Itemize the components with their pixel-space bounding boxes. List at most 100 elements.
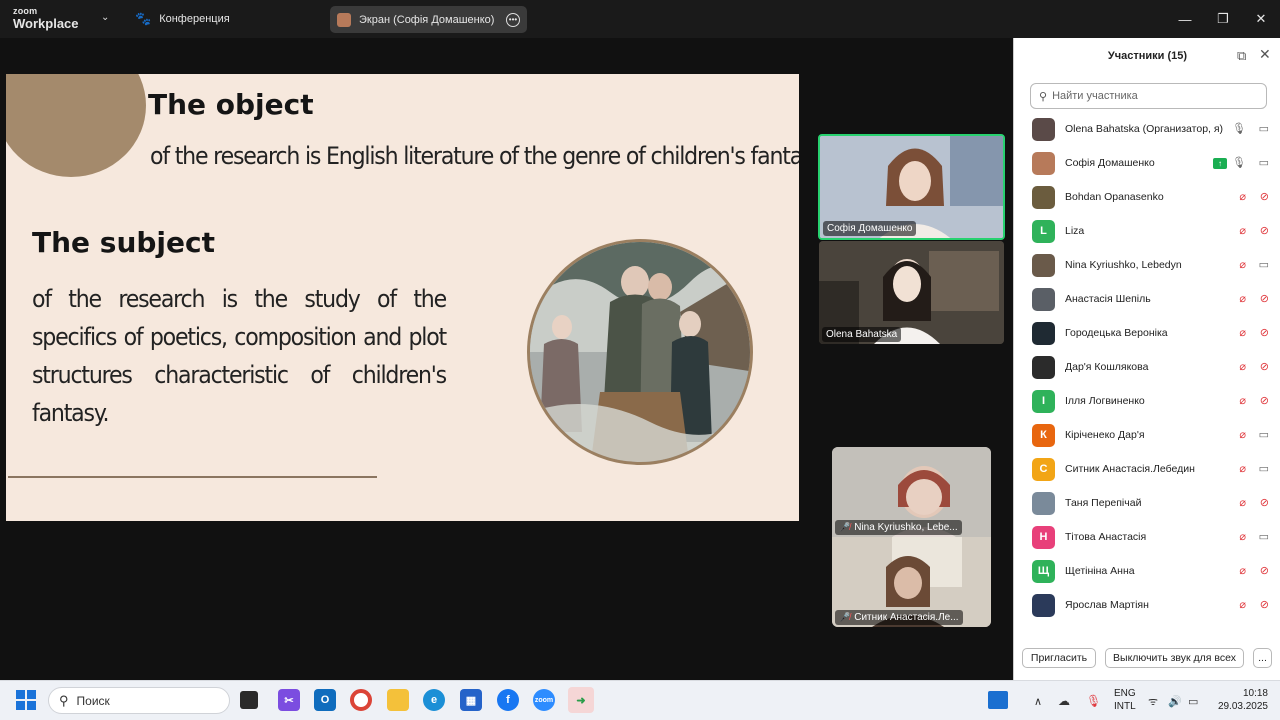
participant-row[interactable]: Таня Перепічай ⌀ ⊘	[1014, 486, 1280, 520]
mic-muted-icon[interactable]: ⌀	[1239, 360, 1246, 374]
video-icon[interactable]: ▭	[1259, 122, 1269, 136]
video-tile-name: Софія Домашенко	[823, 221, 917, 236]
mic-muted-icon[interactable]: ⌀	[1239, 190, 1246, 204]
screen-share-indicator[interactable]: Экран (Софія Домашенко) •••	[330, 6, 527, 33]
participant-row[interactable]: Nina Kyriushko, Lebedyn ⌀ ▭	[1014, 248, 1280, 282]
microphone-icon[interactable]: 🎙	[1086, 681, 1101, 720]
participant-row[interactable]: К Кіріченеко Дар'я ⌀ ▭	[1014, 418, 1280, 452]
mic-muted-icon[interactable]: ⌀	[1239, 598, 1246, 612]
battery-icon[interactable]: ▭	[1188, 681, 1198, 720]
close-icon[interactable]: ✕	[1259, 46, 1271, 63]
video-icon[interactable]: ▭	[1259, 530, 1269, 544]
chrome-icon[interactable]	[350, 689, 372, 711]
minimize-button[interactable]: —	[1166, 0, 1204, 38]
edge-icon[interactable]: e	[423, 689, 445, 711]
more-button[interactable]: ...	[1253, 648, 1272, 668]
participant-avatar	[1032, 491, 1055, 515]
task-view-icon[interactable]	[240, 691, 258, 709]
volume-icon[interactable]: 🔊	[1168, 681, 1182, 720]
video-off-icon[interactable]: ⊘	[1260, 224, 1269, 238]
invite-button[interactable]: Пригласить	[1022, 648, 1096, 668]
close-window-button[interactable]: ✕	[1242, 0, 1280, 38]
shared-screen-slide: The object of the research is English li…	[6, 74, 799, 521]
participant-avatar: Щ	[1032, 559, 1055, 583]
video-off-icon[interactable]: ⊘	[1260, 190, 1269, 204]
mic-muted-icon[interactable]: ⌀	[1239, 224, 1246, 238]
video-icon[interactable]: ▭	[1259, 156, 1269, 170]
widget-icon[interactable]	[988, 691, 1008, 709]
mute-all-button[interactable]: Выключить звук для всех	[1105, 648, 1244, 668]
video-icon[interactable]: ▭	[1259, 462, 1269, 476]
mic-muted-icon[interactable]: ⌀	[1239, 496, 1246, 510]
video-off-icon[interactable]: ⊘	[1260, 360, 1269, 374]
video-off-icon[interactable]: ⊘	[1260, 292, 1269, 306]
participant-row[interactable]: С Ситник Анастасія.Лебедин ⌀ ▭	[1014, 452, 1280, 486]
chevron-down-icon[interactable]: ⌄	[101, 12, 109, 23]
zoom-icon[interactable]: zoom	[533, 689, 555, 711]
participant-name: Ситник Анастасія.Лебедин	[1065, 463, 1195, 475]
conference-button[interactable]: 🐾 Конференция	[135, 11, 230, 27]
participant-row[interactable]: Н Тітова Анастасія ⌀ ▭	[1014, 520, 1280, 554]
video-tile-name: 🎤̸ Nina Kyriushko, Lebe...	[835, 520, 962, 535]
participant-row[interactable]: Дар'я Кошлякова ⌀ ⊘	[1014, 350, 1280, 384]
mic-muted-icon[interactable]: ⌀	[1239, 428, 1246, 442]
wifi-icon[interactable]: ᯤ	[1148, 681, 1158, 720]
onedrive-icon[interactable]: ☁	[1058, 681, 1070, 720]
clock[interactable]: 10:18 29.03.2025	[1212, 687, 1268, 713]
mic-muted-icon[interactable]: ⌀	[1239, 530, 1246, 544]
video-tile-participant[interactable]: 🎤̸ Nina Kyriushko, Lebe...	[832, 447, 991, 537]
participant-row[interactable]: Анастасія Шепіль ⌀ ⊘	[1014, 282, 1280, 316]
video-off-icon[interactable]: ⊘	[1260, 394, 1269, 408]
video-off-icon[interactable]: ⊘	[1260, 564, 1269, 578]
participant-row[interactable]: Софія Домашенко ↑ 🎙 ▭	[1014, 146, 1280, 180]
mic-muted-icon[interactable]: ⌀	[1239, 326, 1246, 340]
participant-row[interactable]: Щ Щетініна Анна ⌀ ⊘	[1014, 554, 1280, 588]
windows-start-icon[interactable]	[16, 690, 36, 710]
taskbar-search[interactable]: ⚲ Поиск	[48, 687, 230, 714]
mic-muted-icon[interactable]: ⌀	[1239, 258, 1246, 272]
language-indicator[interactable]: ENG INTL	[1114, 687, 1136, 713]
outlook-icon[interactable]: O	[314, 689, 336, 711]
video-icon[interactable]: ▭	[1259, 428, 1269, 442]
mic-muted-icon[interactable]: ⌀	[1239, 292, 1246, 306]
participant-row[interactable]: Городецька Вероніка ⌀ ⊘	[1014, 316, 1280, 350]
participant-search[interactable]: ⚲	[1030, 83, 1267, 109]
mic-icon[interactable]: 🎙	[1232, 122, 1246, 136]
mic-muted-icon[interactable]: ⌀	[1239, 462, 1246, 476]
participant-row[interactable]: І Ілля Логвиненко ⌀ ⊘	[1014, 384, 1280, 418]
video-off-icon[interactable]: ⊘	[1260, 326, 1269, 340]
popout-icon[interactable]: ⧉	[1237, 48, 1246, 64]
participant-row[interactable]: Olena Bahatska (Организатор, я) 🎙 ▭	[1014, 112, 1280, 146]
mic-icon[interactable]: 🎙	[1232, 156, 1246, 170]
participant-avatar	[1032, 117, 1055, 141]
participants-panel: Участники (15) ⧉ ✕ ⚲ Olena Bahatska (Орг…	[1013, 38, 1280, 680]
participant-avatar	[1032, 593, 1055, 617]
taskbar: ⚲ Поиск ✂ O e ▦ f zoom ➜ ∧ ☁ 🎙 ENG INTL …	[0, 680, 1280, 720]
object-title: The object	[148, 88, 314, 121]
facebook-icon[interactable]: f	[497, 689, 519, 711]
zoom-share-icon[interactable]: ➜	[568, 687, 594, 713]
video-tile-host[interactable]: Olena Bahatska	[819, 241, 1004, 344]
search-input[interactable]	[1052, 90, 1253, 102]
search-icon: ⚲	[1039, 90, 1048, 103]
snipping-tool-icon[interactable]: ✂	[278, 689, 300, 711]
store-icon[interactable]: ▦	[460, 689, 482, 711]
mic-muted-icon[interactable]: ⌀	[1239, 394, 1246, 408]
video-tile-participant[interactable]: 🎤̸ Ситник Анастасія.Ле...	[832, 537, 991, 627]
file-explorer-icon[interactable]	[387, 689, 409, 711]
mic-muted-icon[interactable]: ⌀	[1239, 564, 1246, 578]
participant-row[interactable]: L Liza ⌀ ⊘	[1014, 214, 1280, 248]
participant-row[interactable]: Ярослав Мартіян ⌀ ⊘	[1014, 588, 1280, 622]
video-icon[interactable]: ▭	[1259, 258, 1269, 272]
video-off-icon[interactable]: ⊘	[1260, 598, 1269, 612]
tray-chevron-icon[interactable]: ∧	[1034, 681, 1042, 720]
participant-name: Городецька Вероніка	[1065, 327, 1168, 339]
video-tile-speaker[interactable]: Софія Домашенко	[818, 134, 1005, 240]
participant-name: Nina Kyriushko, Lebedyn	[1065, 259, 1182, 271]
participant-avatar: Н	[1032, 525, 1055, 549]
more-options-icon[interactable]: •••	[506, 12, 520, 27]
maximize-button[interactable]: ❐	[1204, 0, 1242, 38]
participant-avatar	[1032, 185, 1055, 209]
video-off-icon[interactable]: ⊘	[1260, 496, 1269, 510]
participant-row[interactable]: Bohdan Opanasenko ⌀ ⊘	[1014, 180, 1280, 214]
